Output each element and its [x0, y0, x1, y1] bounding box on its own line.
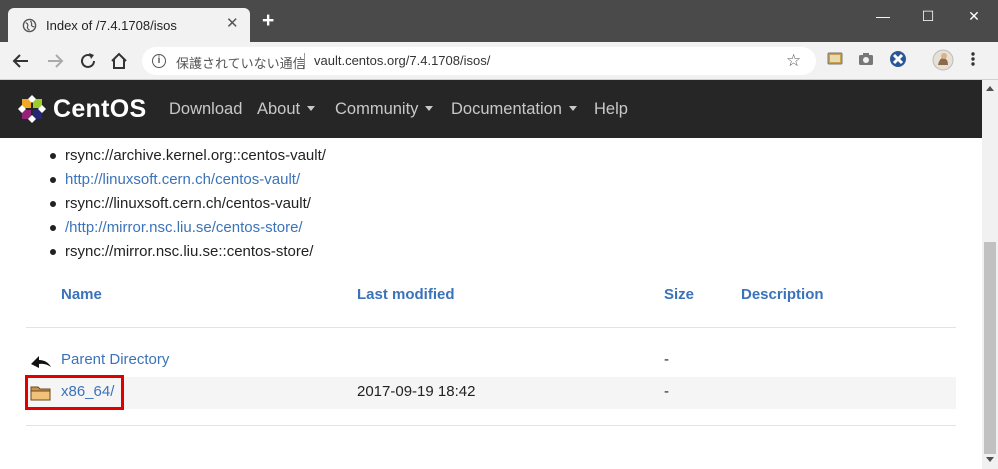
chevron-down-icon [425, 106, 434, 111]
security-label: 保護されていない通信 [176, 56, 306, 71]
browser-titlebar: Index of /7.4.1708/isos ✕ + — ☐ ✕ [0, 0, 998, 42]
browser-tab[interactable]: Index of /7.4.1708/isos ✕ [8, 8, 250, 42]
globe-icon [22, 18, 37, 33]
page-content: rsync://archive.kernel.org::centos-vault… [0, 138, 982, 469]
address-separator [304, 53, 305, 69]
extension-icon[interactable] [889, 50, 907, 68]
menu-icon[interactable] [966, 50, 980, 68]
nav-about[interactable]: About [257, 100, 316, 119]
star-icon[interactable]: ☆ [786, 51, 801, 71]
close-window-button[interactable]: ✕ [964, 6, 984, 26]
parent-directory-link[interactable]: Parent Directory [61, 351, 169, 368]
cast-icon[interactable] [826, 50, 844, 68]
address-bar[interactable]: i 保護されていない通信 vault.centos.org/7.4.1708/i… [142, 47, 816, 75]
nav-download[interactable]: Download [169, 100, 242, 119]
nav-documentation-label: Documentation [451, 100, 562, 118]
nav-download-label: Download [169, 100, 243, 118]
tab-title: Index of /7.4.1708/isos [46, 18, 177, 33]
row-size: - [664, 351, 669, 368]
browser-toolbar: i 保護されていない通信 vault.centos.org/7.4.1708/i… [0, 42, 998, 80]
mirror-text: rsync://linuxsoft.cern.ch/centos-vault/ [65, 195, 311, 212]
mirror-text: rsync://archive.kernel.org::centos-vault… [65, 147, 326, 164]
scroll-thumb[interactable] [984, 242, 996, 454]
highlight-annotation-box [25, 375, 124, 410]
back-icon[interactable] [10, 50, 32, 72]
centos-logo-icon[interactable] [18, 95, 46, 123]
nav-help[interactable]: Help [594, 100, 628, 119]
mirror-item: rsync://archive.kernel.org::centos-vault… [48, 146, 326, 170]
scroll-down-icon[interactable] [986, 457, 994, 462]
row-last-modified: 2017-09-19 18:42 [357, 383, 476, 400]
table-row: Parent Directory - [26, 345, 956, 377]
url-text[interactable]: vault.centos.org/7.4.1708/isos/ [314, 53, 490, 68]
tab-close-icon[interactable]: ✕ [226, 16, 239, 32]
row-size: - [664, 383, 669, 400]
table-divider [26, 327, 956, 328]
camera-icon[interactable] [857, 50, 875, 68]
mirror-link[interactable]: /http://mirror.nsc.liu.se/centos-store/ [65, 219, 303, 236]
mirror-item[interactable]: /http://mirror.nsc.liu.se/centos-store/ [48, 218, 326, 242]
scroll-up-icon[interactable] [986, 86, 994, 91]
centos-logo-text[interactable]: CentOS [53, 95, 146, 124]
page-scrollbar[interactable] [982, 80, 998, 469]
chevron-down-icon [307, 106, 316, 111]
nav-community-label: Community [335, 100, 419, 118]
chevron-down-icon [568, 106, 577, 111]
table-row: x86_64/ 2017-09-19 18:42 - [26, 377, 956, 409]
mirror-text: rsync://mirror.nsc.liu.se::centos-store/ [65, 243, 314, 260]
column-header-description[interactable]: Description [741, 286, 824, 303]
nav-documentation[interactable]: Documentation [451, 100, 577, 119]
mirror-item: rsync://mirror.nsc.liu.se::centos-store/ [48, 242, 326, 266]
maximize-button[interactable]: ☐ [918, 6, 938, 26]
reload-icon[interactable] [77, 50, 99, 72]
mirror-link[interactable]: http://linuxsoft.cern.ch/centos-vault/ [65, 171, 300, 188]
mirror-list: rsync://archive.kernel.org::centos-vault… [48, 146, 326, 266]
nav-about-label: About [257, 100, 301, 118]
site-header: CentOS Download About Community Document… [0, 80, 982, 138]
new-tab-button[interactable]: + [262, 10, 274, 31]
table-divider [26, 425, 956, 426]
forward-icon[interactable] [44, 50, 66, 72]
minimize-button[interactable]: — [873, 6, 893, 26]
mirror-item: rsync://linuxsoft.cern.ch/centos-vault/ [48, 194, 326, 218]
column-header-size[interactable]: Size [664, 286, 694, 303]
home-icon[interactable] [108, 50, 130, 72]
profile-avatar[interactable] [932, 49, 954, 71]
column-header-name[interactable]: Name [61, 286, 102, 303]
nav-community[interactable]: Community [335, 100, 434, 119]
info-icon[interactable]: i [152, 54, 166, 68]
mirror-item[interactable]: http://linuxsoft.cern.ch/centos-vault/ [48, 170, 326, 194]
back-arrow-icon [31, 356, 51, 368]
column-header-last-modified[interactable]: Last modified [357, 286, 455, 303]
nav-help-label: Help [594, 100, 628, 118]
